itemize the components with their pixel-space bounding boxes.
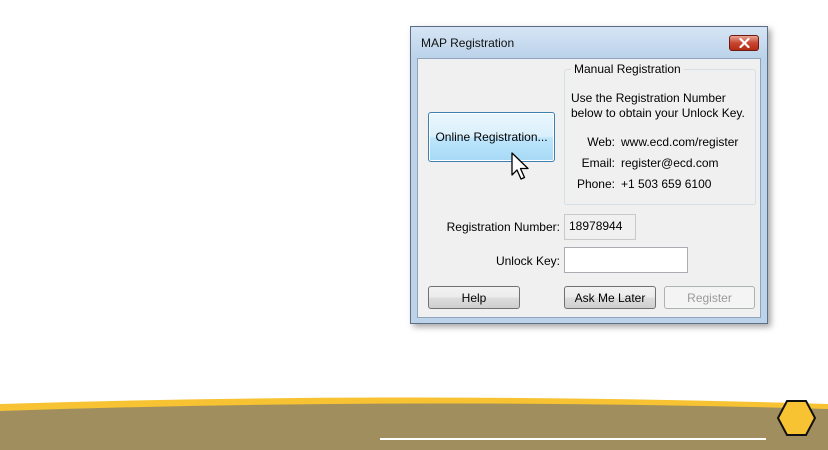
ask-me-later-button[interactable]: Ask Me Later xyxy=(564,286,656,309)
email-value: register@ecd.com xyxy=(621,156,719,170)
manual-registration-description: Use the Registration Number below to obt… xyxy=(571,91,745,120)
web-value: www.ecd.com/register xyxy=(621,135,739,149)
email-label: Email: xyxy=(581,156,615,170)
unlock-key-input[interactable] xyxy=(564,247,688,273)
unlock-key-label: Unlock Key: xyxy=(495,254,560,268)
web-label: Web: xyxy=(587,135,615,149)
footer-band xyxy=(0,403,828,450)
window-title: MAP Registration xyxy=(421,36,515,50)
mouse-pointer-icon xyxy=(511,152,529,180)
register-button[interactable]: Register xyxy=(664,286,755,309)
registration-number-label: Registration Number: xyxy=(446,220,560,234)
phone-label: Phone: xyxy=(576,177,615,191)
registration-dialog: MAP Registration Online Registration... … xyxy=(410,26,768,324)
phone-value: +1 503 659 6100 xyxy=(621,177,712,191)
hexagon-icon xyxy=(776,400,817,436)
registration-number-field: 18978944 xyxy=(564,214,636,240)
close-button[interactable] xyxy=(729,35,759,51)
dialog-body: Online Registration... Manual Registrati… xyxy=(417,58,761,318)
slide-footer xyxy=(0,395,828,450)
manual-registration-group: Manual Registration Use the Registration… xyxy=(564,62,756,205)
online-registration-button[interactable]: Online Registration... xyxy=(428,112,555,162)
help-button[interactable]: Help xyxy=(428,286,520,309)
close-x-icon xyxy=(739,38,750,48)
manual-registration-title: Manual Registration xyxy=(571,62,684,76)
footer-graphic xyxy=(0,397,828,450)
title-bar[interactable]: MAP Registration xyxy=(411,27,767,57)
